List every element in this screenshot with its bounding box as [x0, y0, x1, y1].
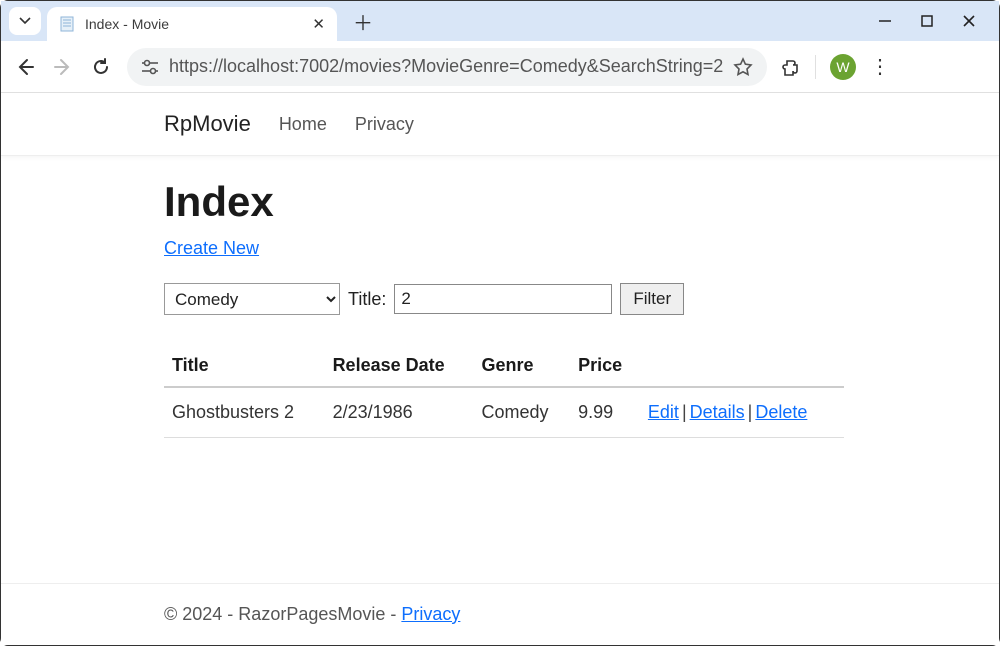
maximize-button[interactable]	[917, 11, 937, 31]
edit-link[interactable]: Edit	[648, 402, 679, 422]
tab-search-dropdown[interactable]	[9, 7, 41, 35]
table-row: Ghostbusters 2 2/23/1986 Comedy 9.99 Edi…	[164, 387, 844, 438]
col-release-date: Release Date	[325, 345, 474, 387]
page-title: Index	[164, 178, 844, 226]
browser-toolbar: https://localhost:7002/movies?MovieGenre…	[1, 41, 999, 93]
minimize-button[interactable]	[875, 11, 895, 31]
title-input[interactable]	[394, 284, 612, 314]
extensions-icon[interactable]	[781, 57, 801, 77]
nav-link-home[interactable]: Home	[279, 114, 327, 135]
back-button[interactable]	[13, 55, 37, 79]
filter-form: Comedy Title: Filter	[164, 283, 844, 315]
cell-genre: Comedy	[474, 387, 571, 438]
create-new-link[interactable]: Create New	[164, 238, 259, 258]
filter-button[interactable]: Filter	[620, 283, 684, 315]
favicon-icon	[59, 16, 75, 32]
tab-bar: Index - Movie ✕ ＋	[1, 1, 999, 41]
cell-price: 9.99	[570, 387, 640, 438]
cell-release-date: 2/23/1986	[325, 387, 474, 438]
site-settings-icon[interactable]	[141, 59, 159, 75]
brand-link[interactable]: RpMovie	[164, 111, 251, 137]
genre-select[interactable]: Comedy	[164, 283, 340, 315]
footer: © 2024 - RazorPagesMovie - Privacy	[1, 583, 999, 645]
profile-avatar[interactable]: W	[830, 54, 856, 80]
movies-table: Title Release Date Genre Price Ghostbust…	[164, 345, 844, 438]
title-label: Title:	[348, 289, 386, 310]
new-tab-button[interactable]: ＋	[349, 7, 377, 35]
cell-actions: Edit|Details|Delete	[640, 387, 844, 438]
browser-menu-icon[interactable]: ⋮	[870, 54, 890, 79]
footer-copyright: © 2024 - RazorPagesMovie -	[164, 604, 401, 624]
close-tab-icon[interactable]: ✕	[312, 15, 325, 33]
details-link[interactable]: Details	[690, 402, 745, 422]
bookmark-star-icon[interactable]	[733, 57, 753, 77]
col-genre: Genre	[474, 345, 571, 387]
app-navbar: RpMovie Home Privacy	[1, 93, 999, 156]
delete-link[interactable]: Delete	[755, 402, 807, 422]
col-price: Price	[570, 345, 640, 387]
footer-privacy-link[interactable]: Privacy	[401, 604, 460, 624]
address-bar[interactable]: https://localhost:7002/movies?MovieGenre…	[127, 48, 767, 86]
forward-button[interactable]	[51, 55, 75, 79]
tab-title: Index - Movie	[85, 16, 302, 32]
url-text: https://localhost:7002/movies?MovieGenre…	[169, 56, 723, 77]
toolbar-divider	[815, 55, 816, 79]
nav-link-privacy[interactable]: Privacy	[355, 114, 414, 135]
col-title: Title	[164, 345, 325, 387]
browser-tab[interactable]: Index - Movie ✕	[47, 7, 337, 41]
close-window-button[interactable]	[959, 11, 979, 31]
cell-title: Ghostbusters 2	[164, 387, 325, 438]
reload-button[interactable]	[89, 55, 113, 79]
col-actions	[640, 345, 844, 387]
